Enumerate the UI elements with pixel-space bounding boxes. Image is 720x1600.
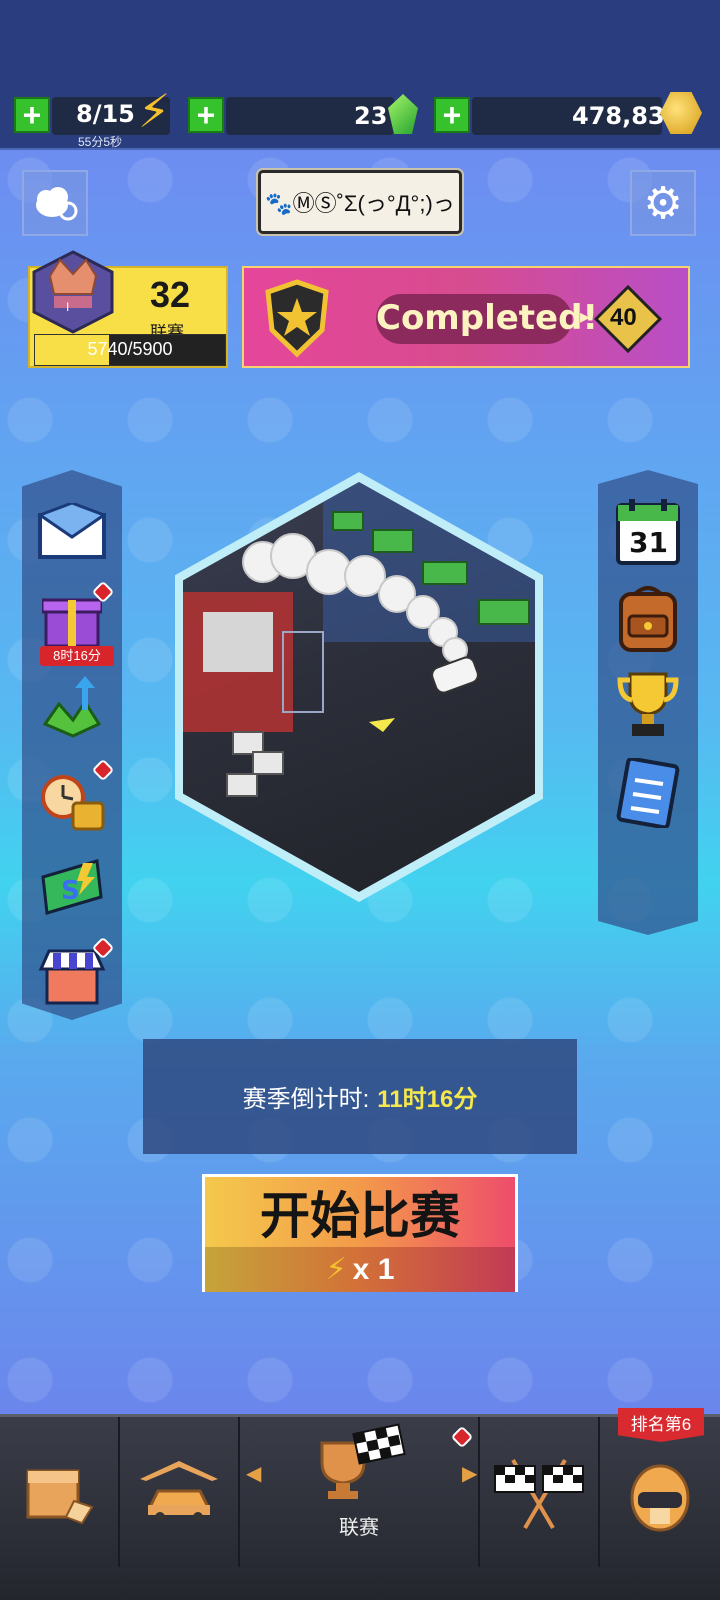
league-number: 32 (150, 274, 191, 315)
gift-box-icon (42, 598, 102, 648)
star-shield-icon (265, 279, 329, 358)
arrow-right-icon: ▸ (580, 306, 591, 328)
trophy-button[interactable] (613, 668, 683, 738)
event-status: Completed! (376, 294, 598, 344)
add-gems-button[interactable]: + (188, 97, 224, 133)
lightning-icon: ⚡ (325, 1253, 347, 1286)
energy-value: 8/15 (76, 100, 135, 128)
plus-icon: + (22, 97, 42, 133)
settings-button[interactable]: ⚙ (630, 170, 696, 236)
season-pass-button[interactable]: S (37, 852, 107, 922)
season-countdown: 赛季倒计时: 11时16分 (143, 1039, 577, 1154)
bottom-navigation: ◀ ▶ 联赛 (0, 1414, 720, 1600)
calendar-day: 31 (629, 526, 668, 559)
player-name: 🐾ⓂⓈ˚Σ(っ°Д°;)っ (265, 191, 455, 216)
cloud-sync-icon (36, 187, 78, 221)
rank-badge: 排名第6 (618, 1408, 704, 1442)
plus-icon: + (196, 97, 216, 133)
cloud-sync-button[interactable] (22, 170, 88, 236)
backpack-icon (619, 586, 677, 652)
envelope-icon (38, 503, 106, 559)
trophy-icon (617, 672, 679, 736)
league-panel[interactable]: I 32 联赛 5740/5900 (28, 250, 228, 368)
start-race-label: 开始比赛 (260, 1188, 460, 1244)
league-xp-bar: 5740/5900 (34, 334, 226, 366)
mail-button[interactable] (37, 496, 107, 566)
drift-scene-illustration (183, 482, 535, 797)
league-alert-dot (450, 1425, 474, 1449)
reward-amount: 40 (610, 304, 637, 331)
start-race-button[interactable]: 开始比赛 ⚡ x 1 (202, 1174, 518, 1292)
crate-icon (26, 1469, 94, 1525)
nav-races[interactable] (480, 1417, 600, 1567)
league-xp-text: 5740/5900 (87, 339, 173, 359)
gems-value: 23 (354, 102, 388, 130)
gem-pile-icon (42, 676, 102, 738)
garage-car-icon (140, 1461, 218, 1522)
energy-timer: 55分5秒 (78, 135, 123, 149)
arrow-left-icon: ◀ (246, 1463, 262, 1485)
plus-icon: + (442, 97, 462, 133)
tasks-button[interactable] (613, 758, 683, 828)
start-race-cost: ⚡ x 1 (205, 1247, 515, 1292)
timed-coins-button[interactable] (37, 766, 107, 836)
nav-league[interactable]: ◀ ▶ 联赛 (240, 1417, 480, 1567)
player-name-plate[interactable]: 🐾ⓂⓈ˚Σ(っ°Д°;)っ (258, 170, 462, 234)
svg-text:S: S (61, 876, 80, 906)
countdown-value: 11时16分 (377, 1086, 478, 1113)
add-coins-button[interactable]: + (434, 97, 470, 133)
event-banner[interactable]: Completed! ▸ 40 (242, 266, 690, 368)
start-race-cost-value: x 1 (352, 1252, 395, 1286)
nav-crates[interactable] (0, 1417, 120, 1567)
league-rank-emblem (32, 250, 114, 334)
nav-garage[interactable] (120, 1417, 240, 1567)
gem-upgrade-button[interactable] (37, 672, 107, 742)
gift-timer: 8时16分 (40, 646, 114, 666)
gear-icon: ⚙ (643, 178, 683, 228)
countdown-label: 赛季倒计时: (242, 1086, 370, 1113)
clock-coins-icon (41, 775, 105, 831)
nav-league-label: 联赛 (339, 1517, 379, 1539)
season-pass-card-icon: S (41, 859, 103, 915)
racer-helmet-icon (630, 1464, 690, 1532)
lightning-icon: ⚡ (138, 85, 171, 137)
arrow-right-icon: ▶ (462, 1463, 478, 1485)
backpack-button[interactable] (613, 582, 683, 652)
league-tier-badge: I (66, 300, 70, 314)
add-energy-button[interactable]: + (14, 97, 50, 133)
checklist-icon (616, 758, 680, 828)
shop-icon (39, 949, 105, 1005)
checkered-flags-icon (494, 1458, 584, 1530)
drift-scene (183, 482, 535, 892)
league-trophy-flag-icon (320, 1423, 406, 1499)
